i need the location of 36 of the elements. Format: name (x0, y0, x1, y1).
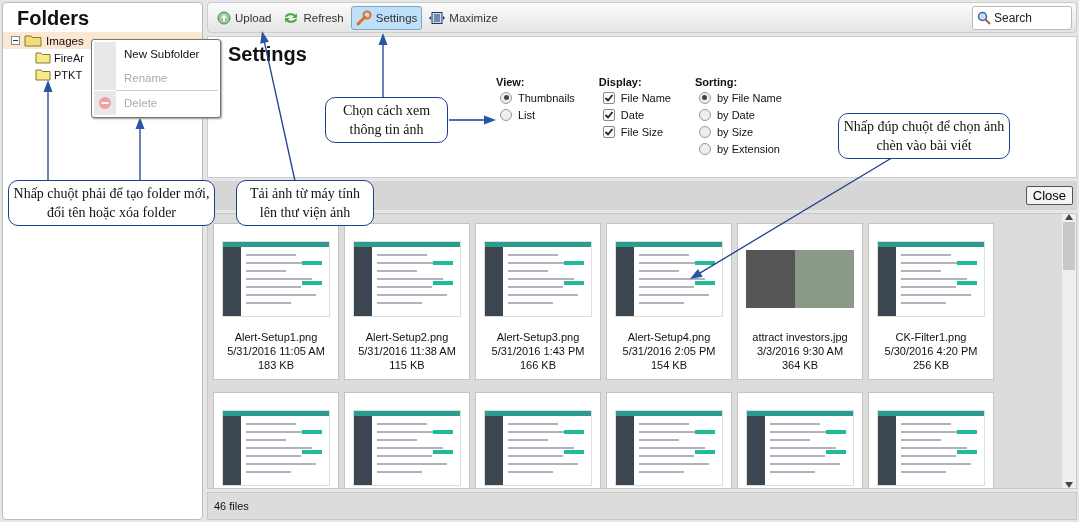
file-date: 5/30/2016 4:20 PM (884, 344, 978, 358)
option-label: File Name (620, 91, 671, 104)
file-size: 154 KB (650, 358, 688, 372)
callout: Nhấp chuột phải để tạo folder mới, đổi tên hoặc xóa folder (8, 180, 215, 226)
file-name: Alert-Setup4.png (627, 330, 711, 344)
panel-title: Folders (16, 6, 91, 31)
file-size: 166 KB (519, 358, 557, 372)
option-label: by Extension (717, 142, 780, 155)
file-date: 3/3/2016 9:30 AM (756, 344, 844, 358)
file-size: 256 KB (912, 358, 950, 372)
file-date: 5/31/2016 11:38 AM (358, 344, 456, 358)
file-size: 183 KB (257, 358, 295, 372)
file-date: 5/31/2016 2:05 PM (622, 344, 716, 358)
option-label: Date (620, 108, 645, 121)
file-name: CK-Filter1.png (895, 330, 967, 344)
option-label: Thumbnails (518, 91, 575, 104)
option-label: List (518, 108, 536, 121)
file-name: Alert-Setup2.png (365, 330, 449, 344)
file-size: 364 KB (781, 358, 819, 372)
callout: Nhấp đúp chuột để chọn ảnh chèn vào bài viết (838, 113, 1010, 159)
option-label: by Date (717, 108, 755, 121)
group-label: Sorting: (695, 76, 739, 88)
file-name: Alert-Setup3.png (496, 330, 580, 344)
option-label: by File Name (717, 91, 782, 104)
file-name: Alert-Setup1.png (234, 330, 318, 344)
group-label: View: (496, 76, 526, 88)
file-date: 5/31/2016 11:05 AM (227, 344, 325, 358)
option-label: File Size (620, 125, 664, 138)
group-label: Display: (598, 76, 643, 88)
file-name: attract investors.jpg (752, 330, 848, 344)
option-label: by Size (717, 125, 754, 138)
callout: Chọn cách xem thông tin ảnh (325, 97, 448, 143)
file-count: 46 files (214, 500, 249, 512)
file-date: 5/31/2016 1:43 PM (491, 344, 585, 358)
callout: Tải ảnh từ máy tính lên thư viện ảnh (236, 180, 374, 226)
file-size: 115 KB (389, 358, 425, 372)
